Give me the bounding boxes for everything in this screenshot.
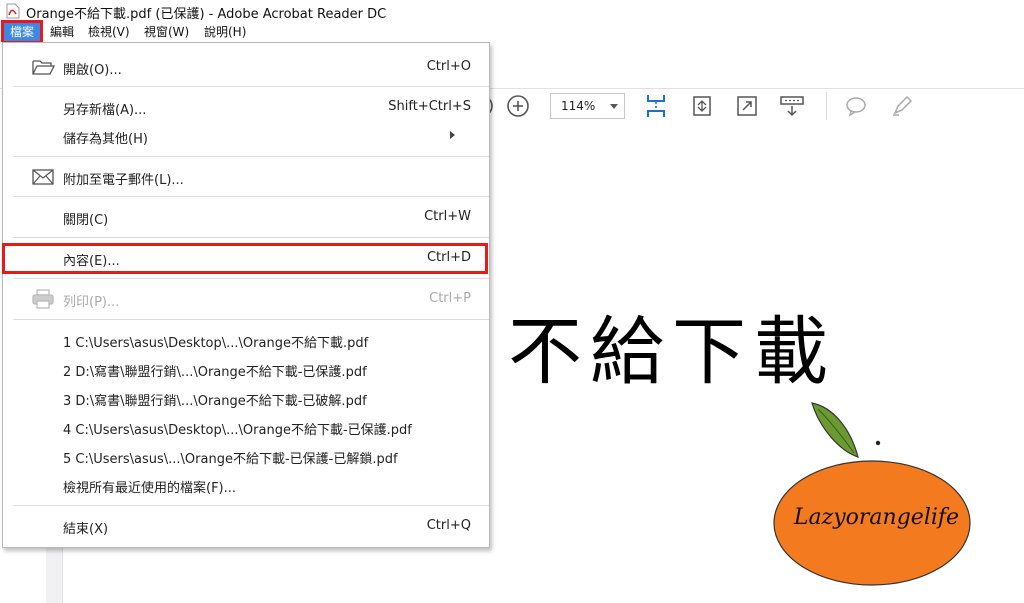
menu-item-save-as[interactable]: 另存新檔(A)... Shift+Ctrl+S [3,94,489,120]
menu-item-print[interactable]: 列印(P)... Ctrl+P [3,286,489,312]
menu-item-label: 結束(X) [63,522,109,537]
fit-page-icon[interactable] [642,92,670,120]
zoom-in-icon[interactable] [504,92,532,120]
menu-item-label: 關閉(C) [63,213,109,228]
fullscreen-icon[interactable] [733,92,761,120]
envelope-icon [32,169,54,185]
document-heading: 不給下載 [508,309,836,395]
menu-window[interactable]: 視窗(W) [138,23,195,41]
menu-divider [13,505,489,506]
scroll-mode-icon[interactable] [778,92,806,120]
menu-item-open[interactable]: 開啟(O)... Ctrl+O [3,54,489,80]
window-title: Orange不給下載.pdf (已保護) - Adobe Acrobat Rea… [26,7,387,22]
menu-item-exit[interactable]: 結束(X) Ctrl+Q [3,513,489,539]
menu-item-attach-email[interactable]: 附加至電子郵件(L)... [3,164,489,190]
recent-file-label: 4 C:\Users\asus\Desktop\...\Orange不給下載-已… [63,423,412,438]
highlight-pen-icon[interactable] [888,92,916,120]
chevron-down-icon [610,104,618,109]
recent-file-label: 3 D:\寫書\聯盟行銷\...\Orange不給下載-已破解.pdf [63,394,367,409]
orange-logo-icon [773,402,971,586]
menu-item-shortcut: Ctrl+O [426,59,471,74]
printer-icon [32,289,54,309]
recent-file-item[interactable]: 2 D:\寫書\聯盟行銷\...\Orange不給下載-已保護.pdf [3,356,489,382]
menu-divider [13,319,489,320]
menu-divider [13,196,489,197]
menu-divider [13,237,489,238]
menu-item-label: 列印(P)... [63,295,120,310]
zoom-select[interactable]: 114% [550,93,625,119]
folder-open-icon [32,60,55,75]
file-menu-dropdown: 開啟(O)... Ctrl+O 另存新檔(A)... Shift+Ctrl+S … [2,42,490,548]
rotate-icon[interactable] [688,92,716,120]
menu-edit[interactable]: 編輯 [44,23,80,41]
menu-item-label: 附加至電子郵件(L)... [63,173,184,188]
acrobat-app-icon [6,3,20,19]
recent-file-label: 5 C:\Users\asus\...\Orange不給下載-已保護-已解鎖.p… [63,452,398,467]
menu-item-shortcut: Shift+Ctrl+S [388,99,471,114]
title-bar: Orange不給下載.pdf (已保護) - Adobe Acrobat Rea… [0,0,1024,22]
recent-file-item[interactable]: 3 D:\寫書\聯盟行銷\...\Orange不給下載-已破解.pdf [3,385,489,411]
highlight-annotation-box [2,243,488,274]
menu-divider [13,278,489,279]
zoom-value: 114% [561,99,596,113]
menu-divider [13,86,489,87]
menu-item-label: 另存新檔(A)... [63,103,147,118]
recent-file-item[interactable]: 4 C:\Users\asus\Desktop\...\Orange不給下載-已… [3,414,489,440]
menu-view[interactable]: 檢視(V) [82,23,136,41]
menu-file[interactable]: 檔案 [0,20,44,44]
menu-item-close[interactable]: 關閉(C) Ctrl+W [3,204,489,230]
menu-bar: 檔案 編輯 檢視(V) 視窗(W) 說明(H) [0,20,1024,44]
recent-file-label: 2 D:\寫書\聯盟行銷\...\Orange不給下載-已保護.pdf [63,365,367,380]
menu-item-label: 檢視所有最近使用的檔案(F)... [63,481,237,496]
comment-icon[interactable] [842,92,870,120]
menu-divider [13,156,489,157]
menu-item-shortcut: Ctrl+Q [426,518,471,533]
menu-item-label: 儲存為其他(H) [63,132,148,147]
orange-logo-text: Lazyorangelife [793,505,960,530]
menu-item-save-as-other[interactable]: 儲存為其他(H) [3,123,489,149]
submenu-arrow-icon [450,131,455,139]
recent-file-item[interactable]: 5 C:\Users\asus\...\Orange不給下載-已保護-已解鎖.p… [3,443,489,469]
menu-item-shortcut: Ctrl+P [429,291,471,306]
recent-file-label: 1 C:\Users\asus\Desktop\...\Orange不給下載.p… [63,336,369,351]
menu-help[interactable]: 說明(H) [198,23,252,41]
menu-item-label: 開啟(O)... [63,63,122,78]
recent-file-item[interactable]: 1 C:\Users\asus\Desktop\...\Orange不給下載.p… [3,327,489,353]
menu-item-view-all-recent[interactable]: 檢視所有最近使用的檔案(F)... [3,472,489,498]
toolbar-separator [826,92,827,120]
menu-item-shortcut: Ctrl+W [424,209,471,224]
